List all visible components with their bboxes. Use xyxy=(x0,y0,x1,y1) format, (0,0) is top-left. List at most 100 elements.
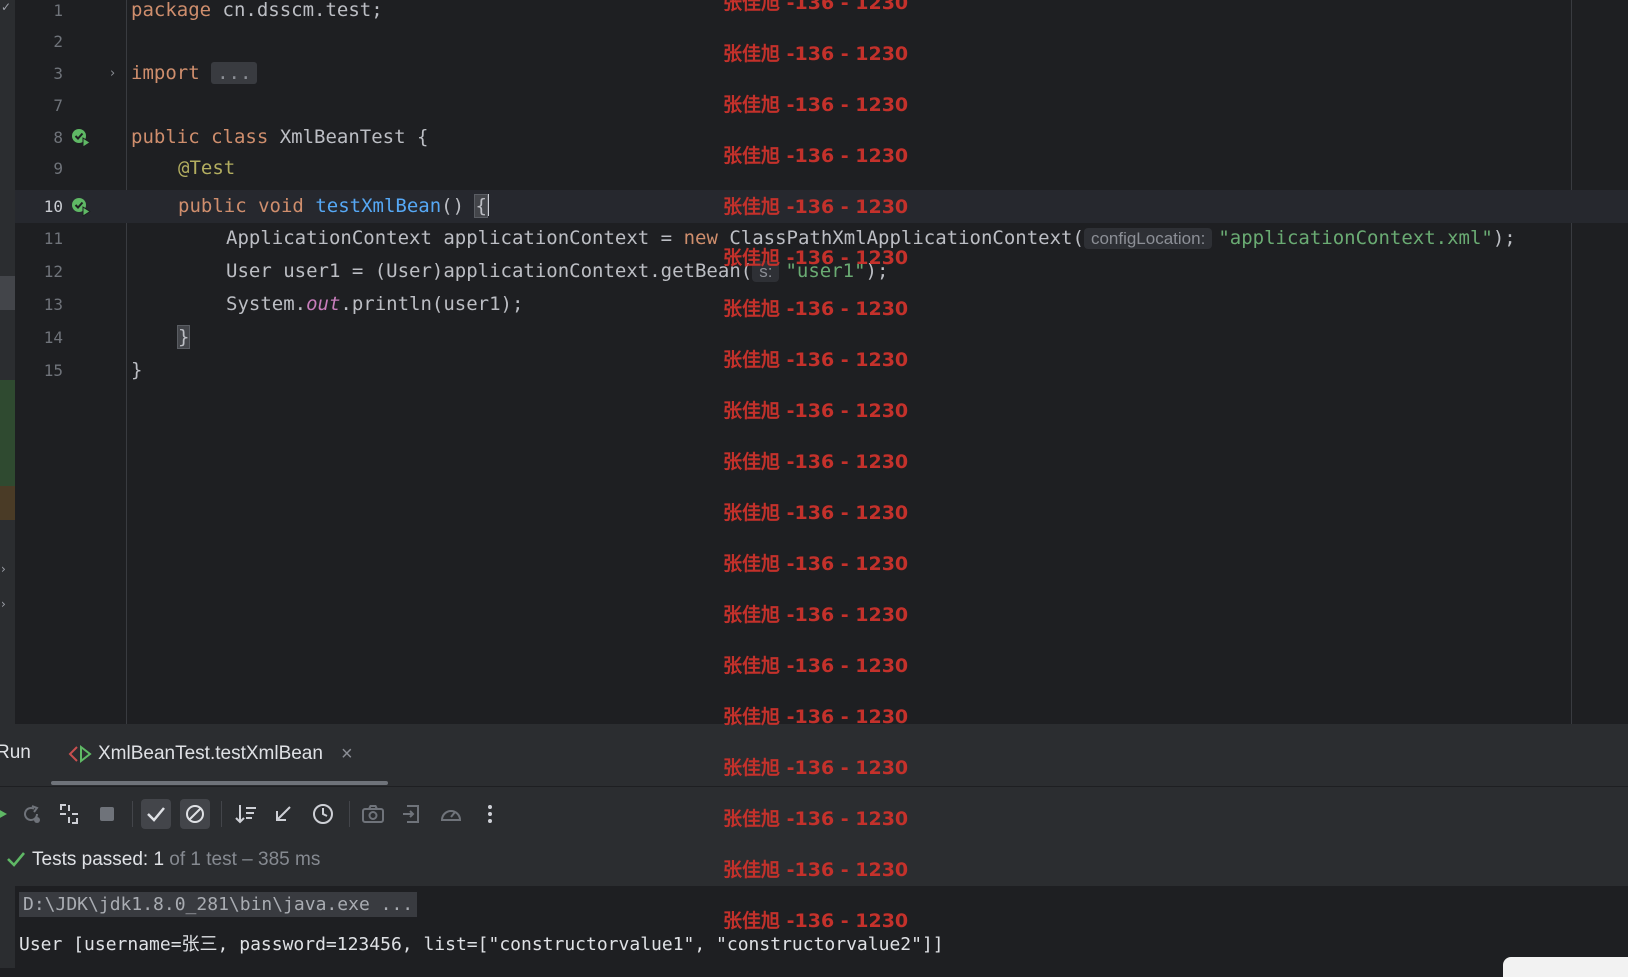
line-number: 13 xyxy=(43,295,63,314)
code-segment: ); xyxy=(865,260,889,282)
keyword: new xyxy=(683,227,718,249)
parameter-hint: s: xyxy=(752,261,780,282)
keyword: public xyxy=(131,126,200,148)
code-text[interactable]: public class XmlBeanTest { xyxy=(131,121,428,154)
run-tab-bar: Run XmlBeanTest.testXmlBean × xyxy=(0,724,1628,786)
code-text[interactable]: ApplicationContext applicationContext = … xyxy=(226,222,1516,255)
toolbar-separator xyxy=(221,801,222,827)
matched-brace: } xyxy=(176,325,191,349)
line-number: 2 xyxy=(53,32,63,51)
line-number: 7 xyxy=(53,96,63,115)
folded-imports[interactable]: ... xyxy=(211,62,258,84)
code-text[interactable]: System.out.println(user1); xyxy=(226,288,523,321)
code-line[interactable]: 9 @Test xyxy=(0,152,1628,185)
line-number: 12 xyxy=(43,262,63,281)
code-segment: .println(user1); xyxy=(340,293,524,315)
code-text[interactable]: public void testXmlBean() { xyxy=(178,190,489,223)
line-number: 14 xyxy=(43,328,63,347)
closing-brace: } xyxy=(131,359,143,381)
code-text[interactable]: } xyxy=(131,354,142,387)
fold-expand-icon[interactable]: › xyxy=(110,57,115,90)
console-command-line[interactable]: D:\JDK\jdk1.8.0_281\bin\java.exe ... xyxy=(19,892,418,917)
code-segment: System. xyxy=(226,293,307,315)
chevron-right-icon[interactable]: › xyxy=(1,562,6,576)
run-icon[interactable] xyxy=(0,799,16,829)
sort-alphabetically-icon[interactable] xyxy=(231,799,261,829)
console-output[interactable]: D:\JDK\jdk1.8.0_281\bin\java.exe ... Use… xyxy=(15,886,1628,968)
toggle-auto-test-icon[interactable] xyxy=(54,799,84,829)
status-label: Tests passed: xyxy=(32,849,149,870)
chevron-right-icon[interactable]: › xyxy=(1,597,6,611)
test-status-text: Tests passed: 1 of 1 test – 385 ms xyxy=(32,849,320,871)
code-line[interactable]: 3 › import ... xyxy=(0,57,1628,90)
close-icon[interactable]: × xyxy=(341,743,353,766)
toolbar-separator xyxy=(132,801,133,827)
tab-xmlbeantest[interactable]: XmlBeanTest.testXmlBean × xyxy=(68,742,353,766)
more-options-icon[interactable] xyxy=(475,799,505,829)
history-icon[interactable] xyxy=(308,799,338,829)
stop-icon[interactable] xyxy=(92,799,122,829)
line-number: 10 xyxy=(43,197,63,216)
check-icon xyxy=(7,852,25,867)
line-number: 8 xyxy=(53,128,63,147)
run-test-icon[interactable] xyxy=(71,197,91,217)
code-segment: User user1 = (User)applicationContext.ge… xyxy=(226,260,753,282)
show-ignored-icon[interactable] xyxy=(180,799,210,829)
code-text[interactable]: @Test xyxy=(178,152,235,185)
code-line[interactable]: 8 public class XmlBeanTest { xyxy=(0,121,1628,154)
keyword: package xyxy=(131,0,212,21)
corner-overlay xyxy=(1503,957,1628,977)
line-number: 15 xyxy=(43,361,63,380)
code-line[interactable]: 14 } xyxy=(0,321,1628,354)
code-line[interactable]: 11 ApplicationContext applicationContext… xyxy=(0,222,1628,255)
code-line[interactable]: 10 public void testXmlBean() { xyxy=(0,190,1628,223)
keyword: void xyxy=(258,195,304,217)
parameter-hint: configLocation: xyxy=(1083,228,1213,249)
run-test-icon[interactable] xyxy=(71,128,91,148)
code-line[interactable]: 15 } xyxy=(0,354,1628,387)
run-tool-window[interactable]: Run XmlBeanTest.testXmlBean × Tests pass… xyxy=(0,724,1628,968)
string-literal: "applicationContext.xml" xyxy=(1218,227,1493,249)
coverage-gauge-icon[interactable] xyxy=(436,799,466,829)
code-editor[interactable]: › › ✓ 1 package cn.dsscm.test; 2 3 › imp… xyxy=(0,0,1628,724)
keyword: class xyxy=(211,126,269,148)
code-segment: ApplicationContext applicationContext = xyxy=(226,227,684,249)
annotation: @Test xyxy=(178,157,236,179)
code-line[interactable]: 7 xyxy=(0,89,1628,122)
code-line[interactable]: 12 User user1 = (User)applicationContext… xyxy=(0,255,1628,288)
run-panel-title: Run xyxy=(0,742,31,763)
tab-label: XmlBeanTest.testXmlBean xyxy=(98,743,323,764)
export-icon[interactable] xyxy=(397,799,427,829)
string-literal: "user1" xyxy=(785,260,866,282)
method-signature: () xyxy=(441,195,476,217)
change-marker-added xyxy=(0,380,15,486)
method-name: testXmlBean xyxy=(315,195,442,217)
matched-brace: { xyxy=(474,194,488,218)
text-caret xyxy=(486,194,489,216)
code-line[interactable]: 13 System.out.println(user1); xyxy=(0,288,1628,321)
code-segment: ClassPathXmlApplicationContext( xyxy=(717,227,1084,249)
camera-icon[interactable] xyxy=(358,799,388,829)
import-tests-icon[interactable] xyxy=(268,799,298,829)
line-number: 1 xyxy=(53,1,63,20)
code-text[interactable]: package cn.dsscm.test; xyxy=(131,0,383,27)
static-field: out xyxy=(306,293,341,315)
code-text[interactable]: User user1 = (User)applicationContext.ge… xyxy=(226,255,888,288)
run-toolbar xyxy=(0,787,1628,839)
code-text[interactable]: } xyxy=(176,321,191,354)
toolbar-separator xyxy=(349,801,350,827)
code-text[interactable]: import ... xyxy=(131,57,258,90)
show-passed-icon[interactable] xyxy=(141,799,171,829)
test-status-row: Tests passed: 1 of 1 test – 385 ms xyxy=(0,839,1628,883)
console-output-line[interactable]: User [username=张三, password=123456, list… xyxy=(19,930,944,956)
test-config-icon xyxy=(68,744,92,764)
keyword: import xyxy=(131,62,200,84)
class-name: XmlBeanTest { xyxy=(268,126,429,148)
status-detail: of 1 test – 385 ms xyxy=(164,849,321,870)
code-line[interactable]: 2 xyxy=(0,25,1628,58)
rerun-failed-icon[interactable] xyxy=(16,799,46,829)
code-segment: ); xyxy=(1492,227,1516,249)
change-marker-modified xyxy=(0,486,15,520)
active-tab-indicator xyxy=(51,781,388,785)
code-line[interactable]: 1 package cn.dsscm.test; xyxy=(0,0,1628,27)
